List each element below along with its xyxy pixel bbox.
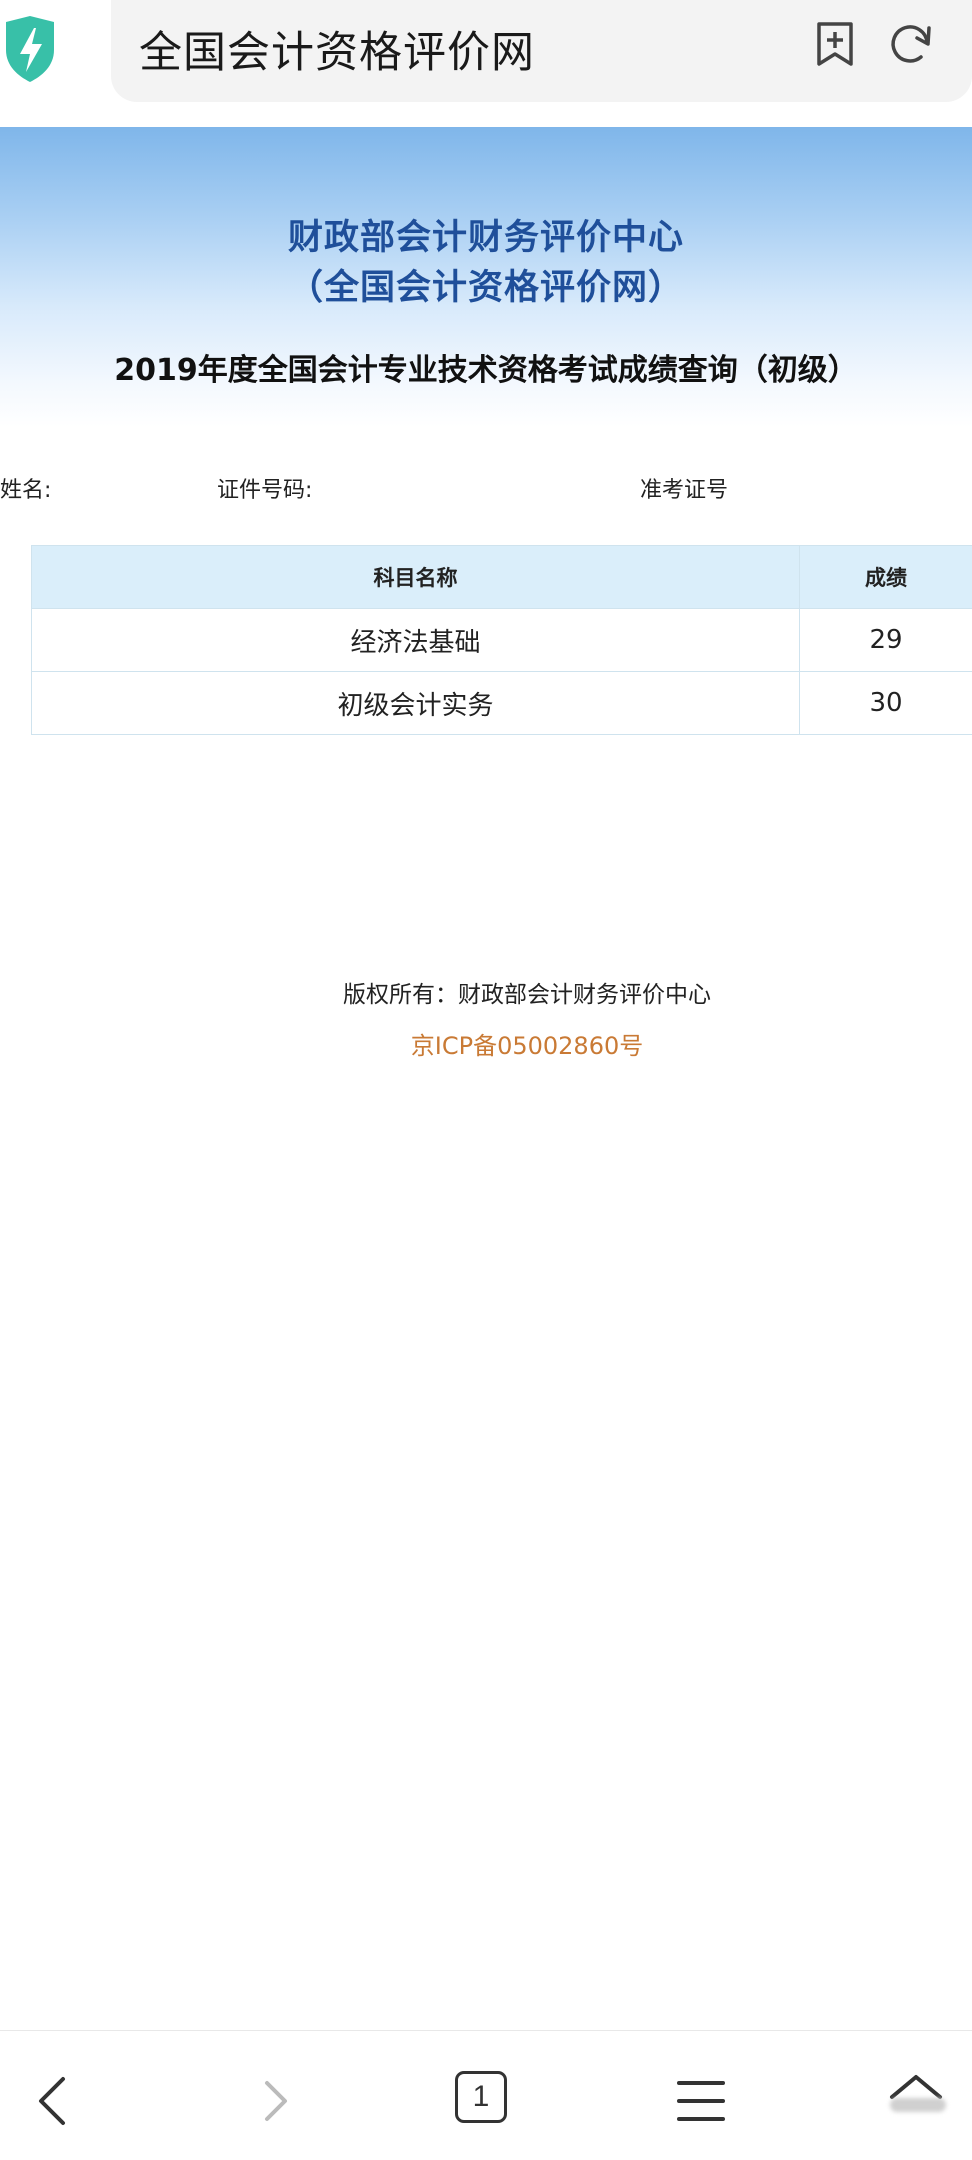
org-subtitle: （全国会计资格评价网） bbox=[287, 268, 684, 308]
refresh-icon[interactable] bbox=[887, 20, 935, 68]
bottom-nav-bar: 1 bbox=[0, 2030, 972, 2160]
back-icon[interactable] bbox=[25, 2071, 85, 2131]
exam-number-label: 准考证号 bbox=[640, 478, 729, 503]
subject-cell: 初级会计实务 bbox=[31, 671, 800, 735]
browser-page: 全国会计资格评价网 财政部会计财务评价中心 （全国会计资格评价网） 2019年度… bbox=[0, 0, 972, 2160]
forward-icon[interactable] bbox=[245, 2071, 305, 2131]
lightning-shield-icon[interactable] bbox=[0, 14, 60, 84]
icp-link[interactable]: 京ICP备05002860号 bbox=[0, 1026, 972, 1061]
table-row: 初级会计实务 30 bbox=[31, 671, 972, 735]
id-number-label: 证件号码: bbox=[217, 478, 313, 503]
scores-table: 科目名称 成绩 经济法基础 29 初级会计实务 30 bbox=[31, 545, 972, 735]
header-banner: 财政部会计财务评价中心 （全国会计资格评价网） 2019年度全国会计专业技术资格… bbox=[0, 127, 972, 427]
table-header-row: 科目名称 成绩 bbox=[31, 545, 972, 609]
table-row: 经济法基础 29 bbox=[31, 608, 972, 672]
org-name: 财政部会计财务评价中心 bbox=[287, 218, 684, 258]
name-label: 姓名: bbox=[0, 478, 52, 503]
score-column-header: 成绩 bbox=[799, 545, 972, 609]
tab-count: 1 bbox=[455, 2071, 507, 2123]
score-cell: 30 bbox=[799, 671, 972, 735]
subject-cell: 经济法基础 bbox=[31, 608, 800, 672]
add-bookmark-icon[interactable] bbox=[811, 20, 859, 68]
subject-column-header: 科目名称 bbox=[31, 545, 800, 609]
page-title[interactable]: 全国会计资格评价网 bbox=[139, 18, 535, 80]
tabs-icon[interactable]: 1 bbox=[455, 2071, 515, 2131]
address-bar[interactable]: 全国会计资格评价网 bbox=[111, 0, 972, 102]
blurred-watermark bbox=[890, 2098, 946, 2112]
browser-top-bar: 全国会计资格评价网 bbox=[0, 0, 972, 128]
menu-icon[interactable] bbox=[671, 2071, 731, 2131]
exam-title: 2019年度全国会计专业技术资格考试成绩查询（初级） bbox=[114, 353, 858, 388]
copyright-text: 版权所有：财政部会计财务评价中心 bbox=[343, 982, 711, 1008]
score-cell: 29 bbox=[799, 608, 972, 672]
